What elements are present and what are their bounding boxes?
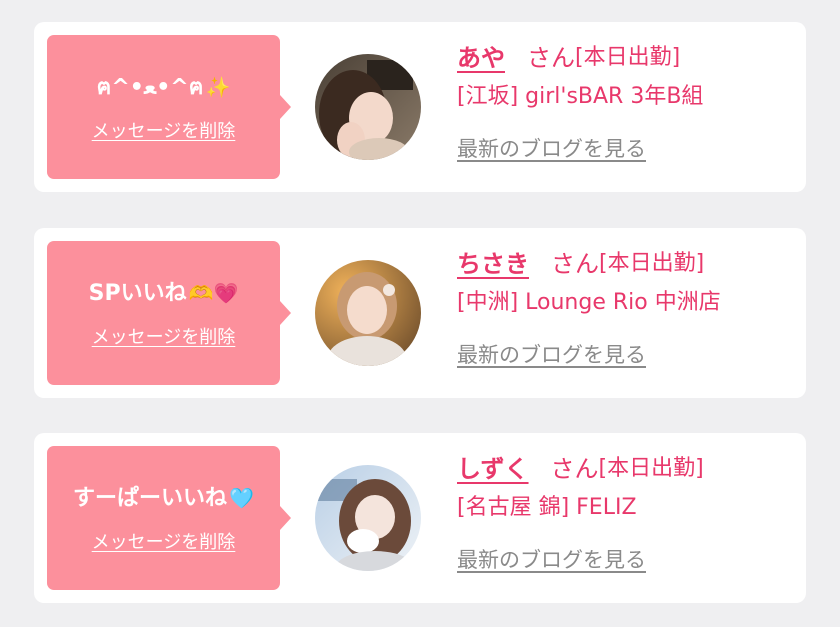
girl-name-link[interactable]: しずく [457, 449, 529, 484]
delete-message-link[interactable]: メッセージを削除 [92, 528, 236, 554]
message-body: ฅ^•ﻌ•^ฅ [96, 74, 204, 100]
status-badge: [本日出勤] [598, 456, 704, 481]
message-bubble: ฅ^•ﻌ•^ฅ ✨ メッセージを削除 [47, 35, 291, 179]
message-emoji: 🩵 [229, 485, 254, 510]
girl-info: あや さん [本日出勤] [江坂] girl'sBAR 3年B組 最新のブログを… [457, 34, 802, 163]
message-bubble: SPいいね 🫶💗 メッセージを削除 [47, 241, 291, 385]
girl-name-link[interactable]: ちさき [457, 244, 529, 279]
message-text: SPいいね 🫶💗 [89, 278, 239, 309]
girl-info: ちさき さん [本日出勤] [中洲] Lounge Rio 中洲店 最新のブログ… [457, 240, 802, 369]
girl-info: しずく さん [本日出勤] [名古屋 錦] FELIZ 最新のブログを見る [457, 445, 802, 574]
shop-name: [中洲] Lounge Rio 中洲店 [457, 290, 721, 315]
status-badge: [本日出勤] [599, 251, 705, 276]
honorific: さん [551, 249, 599, 278]
name-line: しずく さん [本日出勤] [457, 445, 802, 487]
message-card: SPいいね 🫶💗 メッセージを削除 ちさき さん [本日出勤] [中洲] Loun… [34, 228, 806, 398]
message-body: すーぱーいいね [73, 485, 228, 511]
name-line: ちさき さん [本日出勤] [457, 240, 802, 282]
avatar[interactable] [315, 465, 421, 571]
delete-message-link[interactable]: メッセージを削除 [92, 323, 236, 349]
delete-message-link[interactable]: メッセージを削除 [92, 117, 236, 143]
message-text: すーぱーいいね 🩵 [73, 483, 254, 514]
status-badge: [本日出勤] [575, 45, 681, 70]
girl-name-link[interactable]: あや [457, 38, 505, 73]
message-emoji: ✨ [205, 74, 231, 99]
shop-name: [名古屋 錦] FELIZ [457, 495, 637, 520]
name-line: あや さん [本日出勤] [457, 34, 802, 76]
latest-blog-link[interactable]: 最新のブログを見る [457, 133, 802, 163]
message-body: SPいいね [88, 280, 187, 306]
message-bubble: すーぱーいいね 🩵 メッセージを削除 [47, 446, 291, 590]
message-card: すーぱーいいね🩵 メッセージを削除 しずく さん [本日出勤] [名古屋 錦] [34, 433, 806, 603]
avatar[interactable] [315, 54, 421, 160]
message-text: ฅ^•ﻌ•^ฅ ✨ [97, 72, 231, 103]
message-emoji: 🫶💗 [188, 280, 239, 305]
shop-name: [江坂] girl'sBAR 3年B組 [457, 84, 704, 109]
latest-blog-link[interactable]: 最新のブログを見る [457, 339, 802, 369]
avatar[interactable] [315, 260, 421, 366]
honorific: さん [527, 43, 575, 72]
message-card: ฅ^•ﻌ•^ฅ ✨ メッセージを削除 あや さん [本日出勤] [江坂] girl… [34, 22, 806, 192]
latest-blog-link[interactable]: 最新のブログを見る [457, 544, 802, 574]
honorific: さん [550, 454, 599, 483]
